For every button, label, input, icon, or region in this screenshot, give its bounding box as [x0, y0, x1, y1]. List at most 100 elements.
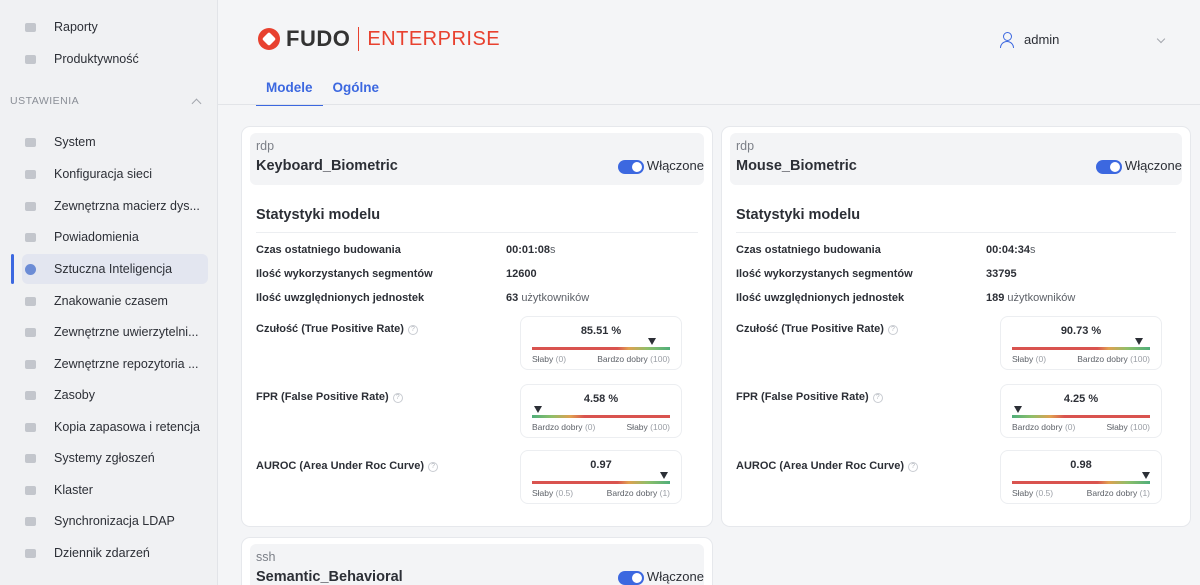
gauge-max-label: Słaby (100): [627, 422, 670, 432]
sidebar-item-ai[interactable]: Sztuczna Inteligencja: [22, 254, 208, 284]
fudo-logo[interactable]: FUDO ENTERPRISE: [258, 26, 500, 51]
gauge-min-label: Słaby (0): [532, 354, 566, 364]
gauge-bar: [1012, 415, 1150, 418]
gauge-marker-icon: [1013, 406, 1022, 413]
chevron-down-icon[interactable]: [1156, 34, 1166, 44]
gauge-marker-icon: [1135, 338, 1144, 345]
gauge-min-range: (0): [584, 422, 596, 432]
sidebar-item-label: Produktywność: [54, 52, 139, 66]
tab-general[interactable]: Ogólne: [323, 80, 390, 106]
sidebar-item-system[interactable]: System: [22, 127, 208, 157]
sidebar-item-backup[interactable]: Kopia zapasowa i retencja: [22, 412, 208, 442]
segments: 12600: [506, 268, 537, 280]
gauge-bar: [532, 347, 670, 350]
segments-label: Ilość wykorzystanych segmentów: [256, 268, 433, 280]
model-name: Mouse_Biometric: [736, 158, 857, 174]
model-protocol: rdp: [736, 139, 755, 153]
gauge-bar: [532, 415, 670, 418]
sidebar-item-external-auth[interactable]: Zewnętrzne uwierzytelni...: [22, 317, 208, 347]
user-menu[interactable]: admin: [1000, 32, 1060, 48]
tpr-gauge: 90.73 % Słaby (0) Bardzo dobry (100): [1000, 316, 1162, 370]
user-name: admin: [1024, 32, 1060, 47]
auroc-value: 0.97: [590, 459, 612, 471]
tpr-label: Czułość (True Positive Rate)?: [736, 323, 898, 335]
sidebar-item-label: Raporty: [54, 20, 98, 34]
divider: [256, 232, 698, 233]
auroc-label: AUROC (Area Under Roc Curve)?: [736, 460, 919, 472]
sidebar-item-ldap-sync[interactable]: Synchronizacja LDAP: [22, 506, 208, 536]
sidebar-item-event-log[interactable]: Dziennik zdarzeń: [22, 538, 208, 568]
sidebar-item-timestamping[interactable]: Znakowanie czasem: [22, 286, 208, 316]
sidebar-item-label: Synchronizacja LDAP: [54, 514, 175, 528]
sidebar-item-label: System: [54, 135, 96, 149]
sidebar-item-label: Powiadomienia: [54, 230, 139, 244]
info-icon[interactable]: ?: [392, 393, 403, 403]
fudo-logo-icon: [258, 28, 280, 50]
folder-icon: [22, 135, 38, 149]
info-icon[interactable]: ?: [407, 325, 418, 335]
sidebar-item-storage[interactable]: Zewnętrzna macierz dys...: [22, 191, 208, 221]
gauge-max-text: Słaby: [1106, 422, 1128, 432]
gauge-max-text: Bardzo dobry: [606, 488, 658, 498]
sidebar-item-label: Zewnętrzne uwierzytelni...: [54, 325, 199, 339]
build-time-value: 00:01:08s: [506, 244, 556, 256]
settings-section-header[interactable]: USTAWIENIA: [10, 93, 208, 109]
info-icon[interactable]: ?: [908, 462, 919, 472]
toggle-label: Włączone: [646, 158, 704, 173]
units: 189: [986, 292, 1005, 304]
info-icon[interactable]: ?: [428, 462, 439, 472]
gauge-min-label: Słaby (0.5): [1012, 488, 1053, 498]
sidebar-item-label: Klaster: [54, 483, 93, 497]
gauge-min-label: Słaby (0): [1012, 354, 1046, 364]
tab-models[interactable]: Modele: [256, 80, 323, 106]
network-icon: [22, 167, 38, 181]
sidebar-item-resources[interactable]: Zasoby: [22, 380, 208, 410]
gauge-bar: [1012, 347, 1150, 350]
gauge-max-label: Słaby (100): [1107, 422, 1150, 432]
gauge-marker-icon: [1142, 472, 1151, 479]
info-icon[interactable]: ?: [887, 325, 898, 335]
backup-icon: [22, 420, 38, 434]
sidebar-item-label: Konfiguracja sieci: [54, 167, 152, 181]
gauge-min-range: (0.5): [555, 488, 574, 498]
enabled-toggle[interactable]: [618, 160, 644, 174]
enabled-toggle[interactable]: [1096, 160, 1122, 174]
auroc-label: AUROC (Area Under Roc Curve)?: [256, 460, 439, 472]
sidebar-item-cluster[interactable]: Klaster: [22, 475, 208, 505]
sidebar-item-tickets[interactable]: Systemy zgłoszeń: [22, 443, 208, 473]
sidebar-item-label: Systemy zgłoszeń: [54, 451, 155, 465]
sidebar-item-external-repos[interactable]: Zewnętrzne repozytoria ...: [22, 349, 208, 379]
stats-title: Statystyki modelu: [256, 207, 381, 223]
user-icon: [1000, 32, 1014, 48]
model-card-header: ssh Semantic_Behavioral Włączone: [250, 544, 704, 585]
sidebar-item-network[interactable]: Konfiguracja sieci: [22, 159, 208, 189]
fpr-label: FPR (False Positive Rate)?: [736, 391, 883, 403]
gauge-max-range: (100): [650, 354, 670, 364]
sidebar-item-raporty[interactable]: Raporty: [22, 12, 208, 42]
chart-line-icon: [22, 52, 38, 66]
gauge-max-text: Bardzo dobry: [1086, 488, 1138, 498]
gauge-bar: [1012, 481, 1150, 484]
gauge-marker-icon: [647, 338, 656, 345]
sidebar-item-notifications[interactable]: Powiadomienia: [22, 222, 208, 252]
stats-title: Statystyki modelu: [736, 207, 861, 223]
sidebar-item-produktywnosc[interactable]: Produktywność: [22, 44, 208, 74]
gauge-max-label: Bardzo dobry (100): [1077, 354, 1150, 364]
build-time-unit: s: [1030, 244, 1036, 256]
auroc-gauge: 0.98 Słaby (0.5) Bardzo dobry (1): [1000, 450, 1162, 504]
cluster-icon: [22, 483, 38, 497]
info-icon[interactable]: ?: [872, 393, 883, 403]
build-time: 00:04:34: [986, 244, 1031, 256]
gauge-min-text: Słaby: [532, 354, 554, 364]
gauge-min-text: Bardzo dobry: [1012, 422, 1063, 432]
units-label: Ilość uwzględnionych jednostek: [256, 292, 425, 304]
section-title: USTAWIENIA: [10, 95, 80, 107]
gauge-marker-icon: [534, 406, 543, 413]
fpr-label: FPR (False Positive Rate)?: [256, 391, 403, 403]
model-card-header: rdp Keyboard_Biometric Włączone: [250, 133, 704, 185]
gauge-max-text: Słaby: [626, 422, 648, 432]
ai-icon: [22, 262, 38, 276]
enabled-toggle[interactable]: [618, 571, 644, 585]
fpr-label-text: FPR (False Positive Rate): [256, 391, 389, 403]
calendar-icon: [22, 546, 38, 560]
